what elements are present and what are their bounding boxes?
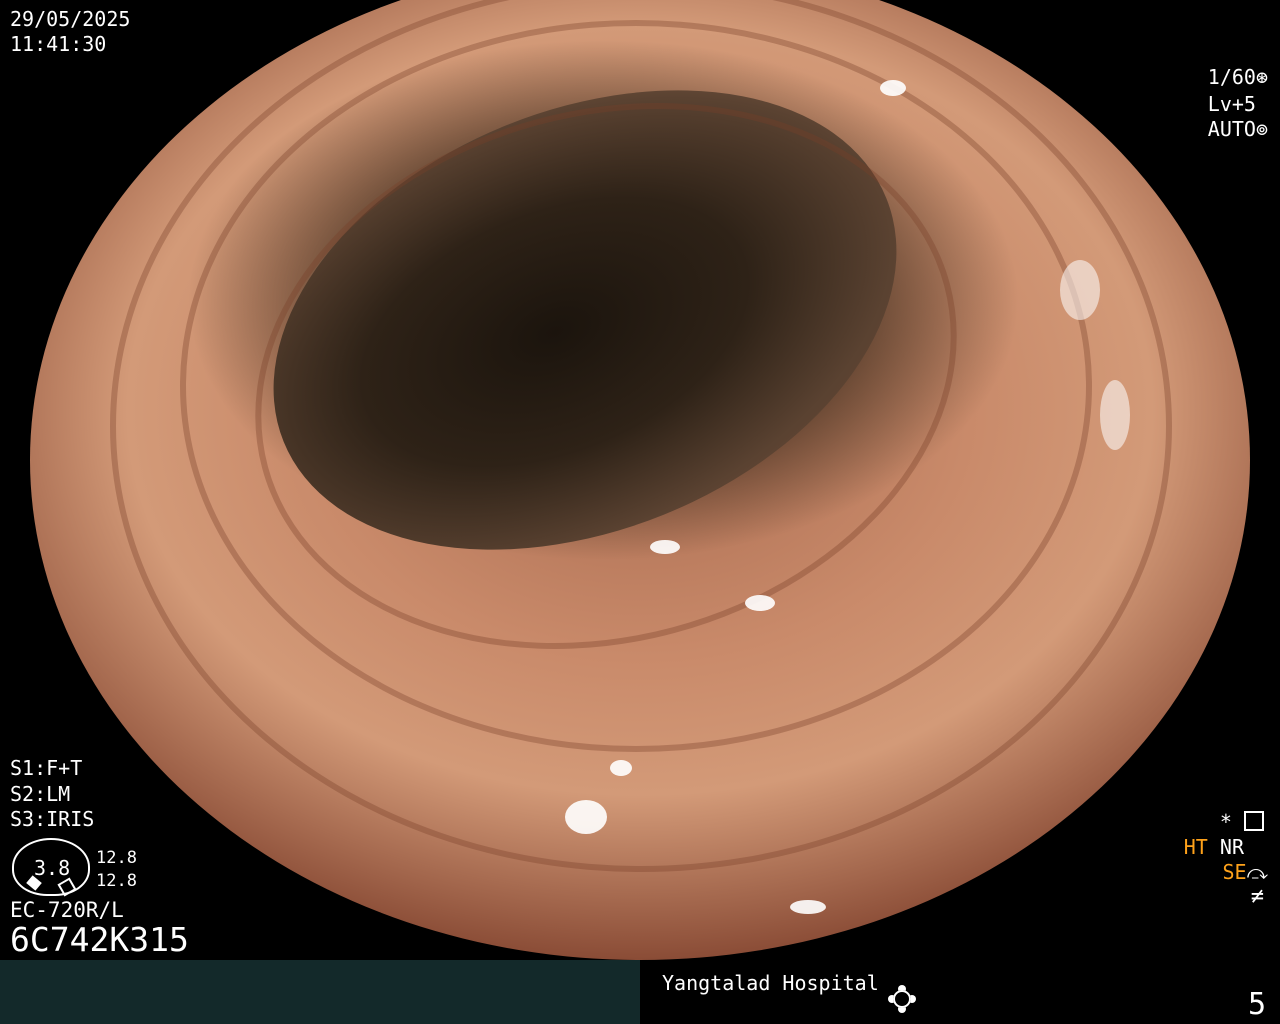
ht-indicator: HT <box>1183 835 1208 859</box>
specular-highlight <box>610 760 632 776</box>
gauge-value: 3.8 <box>34 856 71 880</box>
mode-label: AUTO <box>1207 117 1256 141</box>
gauge-bottom-value: 12.8 <box>96 871 137 891</box>
level-label: Lv+5 <box>1207 92 1256 116</box>
gauge-top-value: 12.8 <box>96 848 137 868</box>
gauge-icon: 3.8 <box>12 838 90 897</box>
settings-sliders-icon <box>1244 811 1264 831</box>
gauge-box-icon <box>57 877 77 897</box>
specular-highlight <box>880 80 906 96</box>
setting-s2: S2:LM <box>10 782 71 806</box>
indicator-row-2: HT NR <box>1184 835 1244 859</box>
scope-serial: 6C742K315 <box>10 920 189 959</box>
curve-icon: ⤼ <box>1246 860 1268 884</box>
endoscopy-image <box>30 0 1250 960</box>
frame-number: 5 <box>1247 987 1266 1022</box>
specular-highlight <box>990 900 1030 918</box>
date-label: 29/05/2025 <box>10 7 131 31</box>
specular-highlight <box>1100 380 1130 450</box>
specular-highlight <box>565 800 607 834</box>
time-label: 11:41:30 <box>10 32 107 56</box>
specular-highlight <box>1060 260 1100 320</box>
indicator-row-1: * <box>1220 810 1264 834</box>
se-indicator: SE <box>1222 860 1247 884</box>
setting-s1: S1:F+T <box>10 756 83 780</box>
not-equal-icon: ≠ <box>1250 884 1264 909</box>
exposure-readout: Lv+5 AUTO⊚ <box>1184 67 1268 142</box>
nr-indicator: NR <box>1219 835 1244 859</box>
specular-highlight <box>790 900 826 914</box>
iris-icon: ⊚ <box>1255 117 1268 141</box>
specular-highlight <box>650 540 680 554</box>
indicator-row-3: SE⤼ <box>1223 860 1268 884</box>
status-bar-left-panel <box>0 960 640 1024</box>
star-indicator: * <box>1219 810 1232 834</box>
setting-s3: S3:IRIS <box>10 807 95 831</box>
hospital-name: Yangtalad Hospital <box>662 971 879 995</box>
specular-highlight <box>745 595 775 611</box>
brightness-icon <box>893 990 911 1008</box>
